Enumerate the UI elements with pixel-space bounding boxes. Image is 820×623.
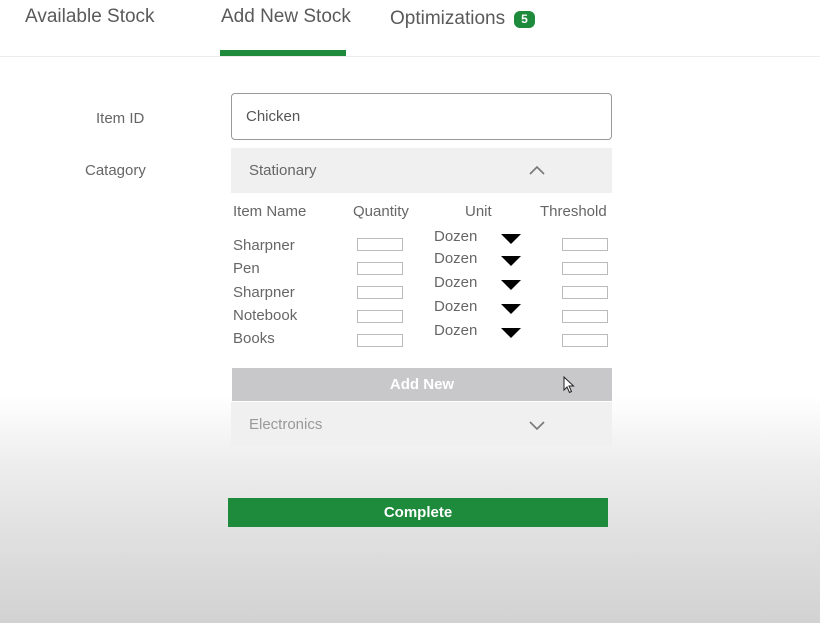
header-item-name: Item Name [233, 203, 307, 220]
category-label: Catagory [85, 162, 146, 179]
tab-bar: Available Stock Add New Stock Optimizati… [0, 0, 820, 57]
add-new-button[interactable]: Add New [232, 368, 612, 401]
tab-optimizations[interactable]: Optimizations 5 [390, 8, 535, 30]
item-name: Sharpner [233, 284, 295, 301]
item-name: Sharpner [233, 237, 295, 254]
unit-select[interactable]: Dozen [434, 250, 524, 267]
chevron-down-icon[interactable] [528, 416, 546, 434]
active-tab-indicator [220, 50, 346, 56]
item-id-label: Item ID [96, 110, 145, 127]
header-quantity: Quantity [353, 203, 409, 220]
chevron-up-icon[interactable] [528, 162, 546, 180]
dropdown-arrow-icon[interactable] [501, 256, 521, 266]
dropdown-arrow-icon[interactable] [501, 234, 521, 244]
item-name: Pen [233, 260, 260, 277]
quantity-input[interactable] [357, 286, 403, 299]
unit-value: Dozen [434, 298, 478, 315]
quantity-input[interactable] [357, 310, 403, 323]
unit-value: Dozen [434, 228, 478, 245]
unit-value: Dozen [434, 322, 478, 339]
optimizations-count-badge: 5 [514, 10, 535, 28]
threshold-input[interactable] [562, 310, 608, 323]
unit-select[interactable]: Dozen [434, 228, 524, 245]
tab-available-stock[interactable]: Available Stock [25, 6, 155, 28]
category-stationary-title: Stationary [249, 162, 317, 179]
category-electronics-title: Electronics [249, 416, 323, 433]
unit-select[interactable]: Dozen [434, 274, 524, 291]
threshold-input[interactable] [562, 334, 608, 347]
threshold-input[interactable] [562, 262, 608, 275]
dropdown-arrow-icon[interactable] [501, 280, 521, 290]
category-stationary-header[interactable]: Stationary [231, 148, 612, 193]
quantity-input[interactable] [357, 238, 403, 251]
header-unit: Unit [465, 203, 492, 220]
complete-button[interactable]: Complete [228, 498, 608, 527]
tab-add-new-stock[interactable]: Add New Stock [221, 6, 351, 28]
tab-optimizations-label: Optimizations [390, 8, 506, 29]
threshold-input[interactable] [562, 286, 608, 299]
quantity-input[interactable] [357, 262, 403, 275]
threshold-input[interactable] [562, 238, 608, 251]
category-electronics-header[interactable]: Electronics [231, 402, 612, 447]
unit-select[interactable]: Dozen [434, 298, 524, 315]
unit-select[interactable]: Dozen [434, 322, 524, 339]
unit-value: Dozen [434, 274, 478, 291]
item-name: Books [233, 330, 275, 347]
dropdown-arrow-icon[interactable] [501, 328, 521, 338]
dropdown-arrow-icon[interactable] [501, 304, 521, 314]
quantity-input[interactable] [357, 334, 403, 347]
item-name: Notebook [233, 307, 298, 324]
mouse-cursor-icon [563, 376, 575, 394]
item-id-input[interactable] [231, 93, 612, 140]
unit-value: Dozen [434, 250, 478, 267]
header-threshold: Threshold [540, 203, 607, 220]
